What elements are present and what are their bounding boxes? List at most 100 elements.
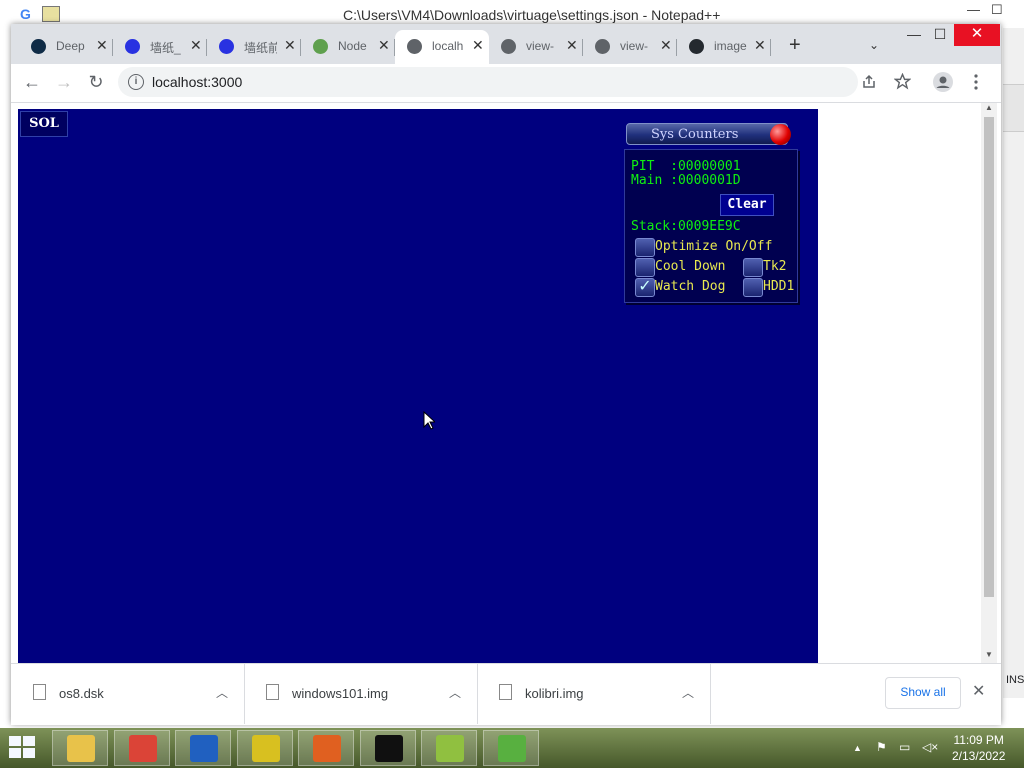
windows-logo-pane [23, 736, 35, 746]
optimize-label: Optimize On/Off [655, 239, 773, 254]
clock-time: 11:09 PM [953, 733, 1004, 747]
checkmark-icon: ✓ [638, 278, 652, 295]
taskbar-app-button[interactable] [175, 730, 231, 766]
tab-close-button[interactable]: ✕ [472, 37, 484, 54]
tab-close-button[interactable]: ✕ [566, 37, 578, 54]
browser-tab[interactable]: 墙纸前 ✕ [207, 30, 301, 64]
taskbar-app-button[interactable] [52, 730, 108, 766]
tab-close-button[interactable]: ✕ [378, 37, 390, 54]
windows-taskbar: ▲ ⚑ ▭ ◁× 11:09 PM 2/13/2022 [0, 728, 1024, 768]
cool-down-checkbox[interactable] [635, 258, 655, 277]
volume-muted-icon[interactable]: ◁× [922, 740, 938, 754]
sol-desktop-canvas[interactable]: SOL Sys Counters PIT :00000001 Main :000… [18, 109, 818, 664]
notepadpp-minimize-button[interactable]: — [967, 2, 980, 17]
show-all-downloads-button[interactable]: Show all [885, 677, 961, 709]
reload-button[interactable]: ↻ [85, 72, 107, 93]
notepadpp-side-region [1003, 28, 1024, 668]
download-filename: windows101.img [292, 686, 389, 701]
browser-tab[interactable]: view- ✕ [583, 30, 677, 64]
download-item[interactable]: kolibri.img ︿ [477, 664, 711, 724]
red-ball-close-icon[interactable] [770, 124, 791, 145]
taskbar-app-button[interactable] [113, 730, 170, 766]
tab-label: Node [338, 39, 367, 53]
clock-date: 2/13/2022 [952, 749, 1006, 763]
tab-label: view- [620, 39, 649, 53]
new-tab-button[interactable]: + [789, 34, 801, 57]
address-url[interactable]: localhost:3000 [152, 74, 242, 90]
browser-tab[interactable]: Deep ✕ [19, 30, 113, 64]
tab-close-button[interactable]: ✕ [754, 37, 766, 54]
watch-dog-checkbox[interactable]: ✓ [635, 278, 655, 297]
baidu-paw-icon [125, 39, 140, 54]
notepadpp-maximize-button[interactable]: ☐ [991, 2, 1003, 18]
tab-close-button[interactable]: ✕ [284, 37, 296, 54]
tk2-checkbox[interactable] [743, 258, 763, 277]
taskbar-app-button[interactable] [298, 730, 354, 766]
tab-strip: Deep ✕ 墙纸_ ✕ 墙纸前 ✕ Node ✕ localh ✕ view- ✕ view- ✕ ima… [11, 24, 1001, 64]
taskbar-app-button[interactable] [359, 730, 416, 766]
notepadpp-window-title: C:\Users\VM4\Downloads\virtuage\settings… [343, 7, 721, 23]
sys-counters-title-bar[interactable]: Sys Counters [626, 123, 788, 145]
taskbar-app-button[interactable] [482, 730, 539, 766]
chevron-up-icon[interactable]: ︿ [682, 684, 694, 701]
tab-close-button[interactable]: ✕ [96, 37, 108, 54]
close-downloads-bar-button[interactable]: ✕ [972, 681, 985, 701]
deepl-icon [31, 39, 46, 54]
kebab-menu-icon[interactable] [973, 74, 979, 90]
share-icon[interactable] [861, 74, 877, 90]
tray-expand-icon[interactable]: ▲ [853, 743, 862, 753]
tab-close-button[interactable]: ✕ [190, 37, 202, 54]
mouse-pointer-icon [423, 411, 435, 430]
taskbar-clock[interactable]: 11:09 PM 2/13/2022 [952, 732, 1005, 764]
page-scrollbar[interactable]: ▲ ▼ [981, 103, 997, 663]
scroll-up-arrow-icon[interactable]: ▲ [985, 103, 993, 112]
windows-logo-icon [9, 736, 21, 746]
windows-logo-pane [23, 748, 35, 758]
browser-tab[interactable]: localh ✕ [395, 30, 489, 64]
tab-label: Deep [56, 39, 85, 53]
tab-close-button[interactable]: ✕ [660, 37, 672, 54]
tab-label: localh [432, 39, 464, 53]
scroll-down-arrow-icon[interactable]: ▼ [985, 650, 993, 659]
chevron-up-icon[interactable]: ︿ [449, 684, 461, 701]
browser-tab[interactable]: 墙纸_ ✕ [113, 30, 207, 64]
taskbar-app-button[interactable] [236, 730, 293, 766]
back-button[interactable]: ← [21, 72, 43, 93]
globe-icon [407, 39, 422, 54]
chrome-icon [128, 735, 157, 762]
notepadpp-small-icon [42, 6, 60, 22]
tab-label: 墙纸前 [244, 41, 277, 55]
action-center-flag-icon[interactable]: ⚑ [876, 740, 887, 754]
puppy-icon [190, 735, 218, 762]
site-info-icon[interactable]: i [128, 74, 144, 90]
taskbar-app-button[interactable] [421, 730, 477, 766]
browser-toolbar: ← → ↻ i localhost:3000 [11, 64, 1001, 103]
network-icon[interactable]: ▭ [899, 740, 910, 754]
tab-search-button[interactable]: ⌄ [869, 38, 879, 52]
file-icon [33, 684, 46, 700]
hdd1-checkbox[interactable] [743, 278, 763, 297]
download-item[interactable]: os8.dsk ︿ [11, 664, 245, 724]
scrollbar-thumb[interactable] [984, 117, 994, 597]
window-maximize-button[interactable]: ☐ [925, 26, 955, 43]
optimize-checkbox[interactable] [635, 238, 655, 257]
pit-counter: PIT :00000001 [631, 159, 741, 174]
start-button[interactable] [9, 736, 37, 760]
clear-button[interactable]: Clear [720, 194, 774, 216]
forward-button[interactable]: → [53, 72, 75, 93]
chevron-up-icon[interactable]: ︿ [216, 684, 228, 701]
browser-tab[interactable]: Node ✕ [301, 30, 395, 64]
download-item[interactable]: windows101.img ︿ [244, 664, 478, 724]
browser-tab[interactable]: view- ✕ [489, 30, 583, 64]
baidu-paw-icon [219, 39, 234, 54]
window-close-button[interactable]: ✕ [954, 24, 1000, 46]
main-counter: Main :0000001D [631, 173, 741, 188]
profile-icon[interactable] [933, 72, 953, 92]
bookmark-star-icon[interactable] [894, 73, 911, 90]
address-bar[interactable]: i localhost:3000 [118, 67, 911, 97]
sol-start-button[interactable]: SOL [20, 111, 68, 137]
stack-counter: Stack:0009EE9C [631, 219, 741, 234]
frog-icon [497, 735, 526, 762]
file-explorer-icon [67, 735, 95, 762]
browser-tab[interactable]: image ✕ [677, 30, 771, 64]
